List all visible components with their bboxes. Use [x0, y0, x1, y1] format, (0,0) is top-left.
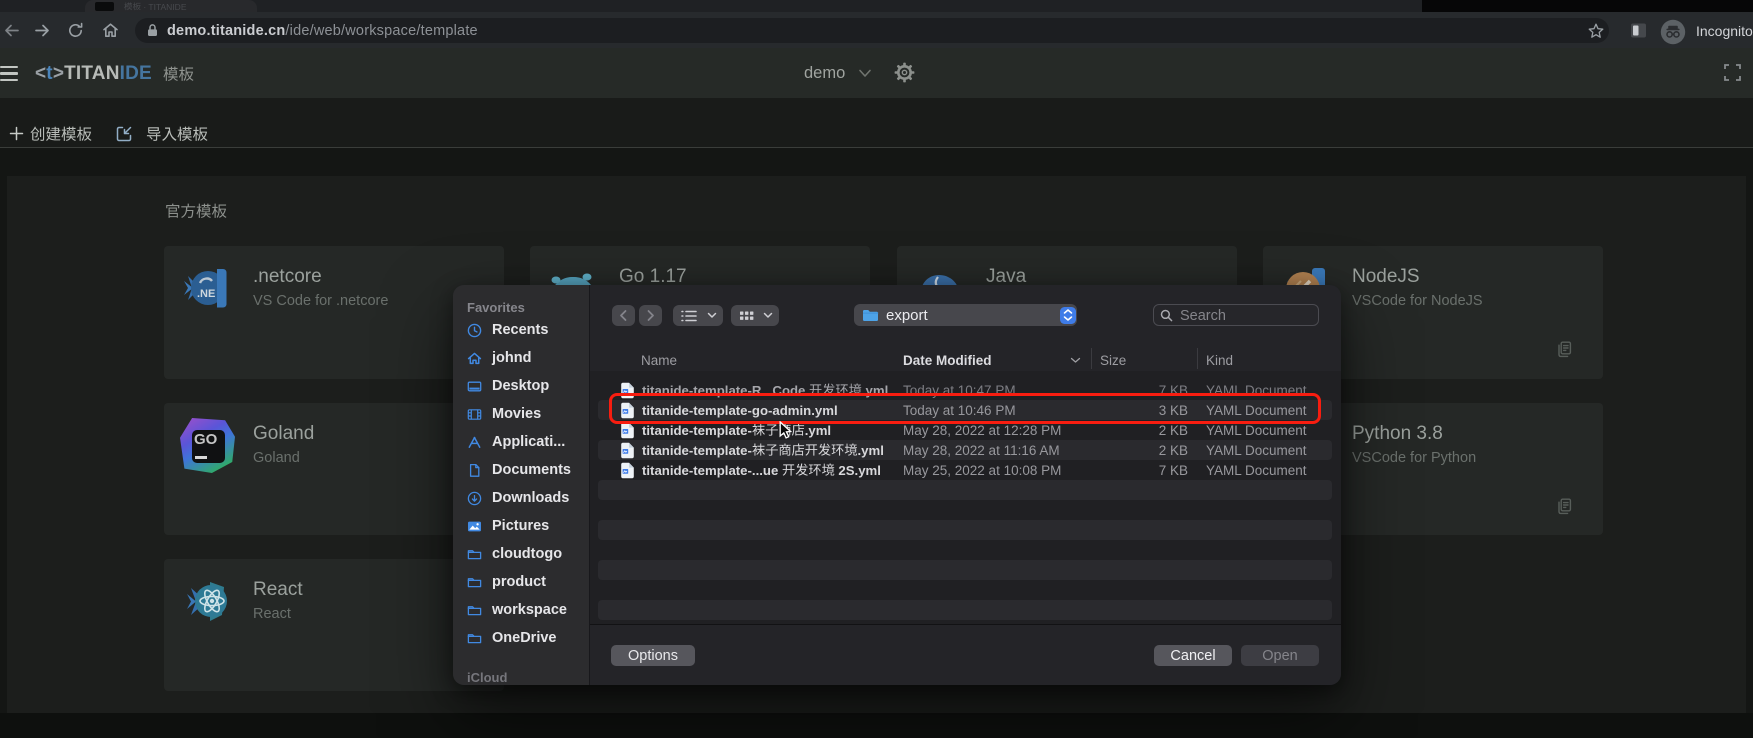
- svg-text:.NE: .NE: [197, 288, 215, 300]
